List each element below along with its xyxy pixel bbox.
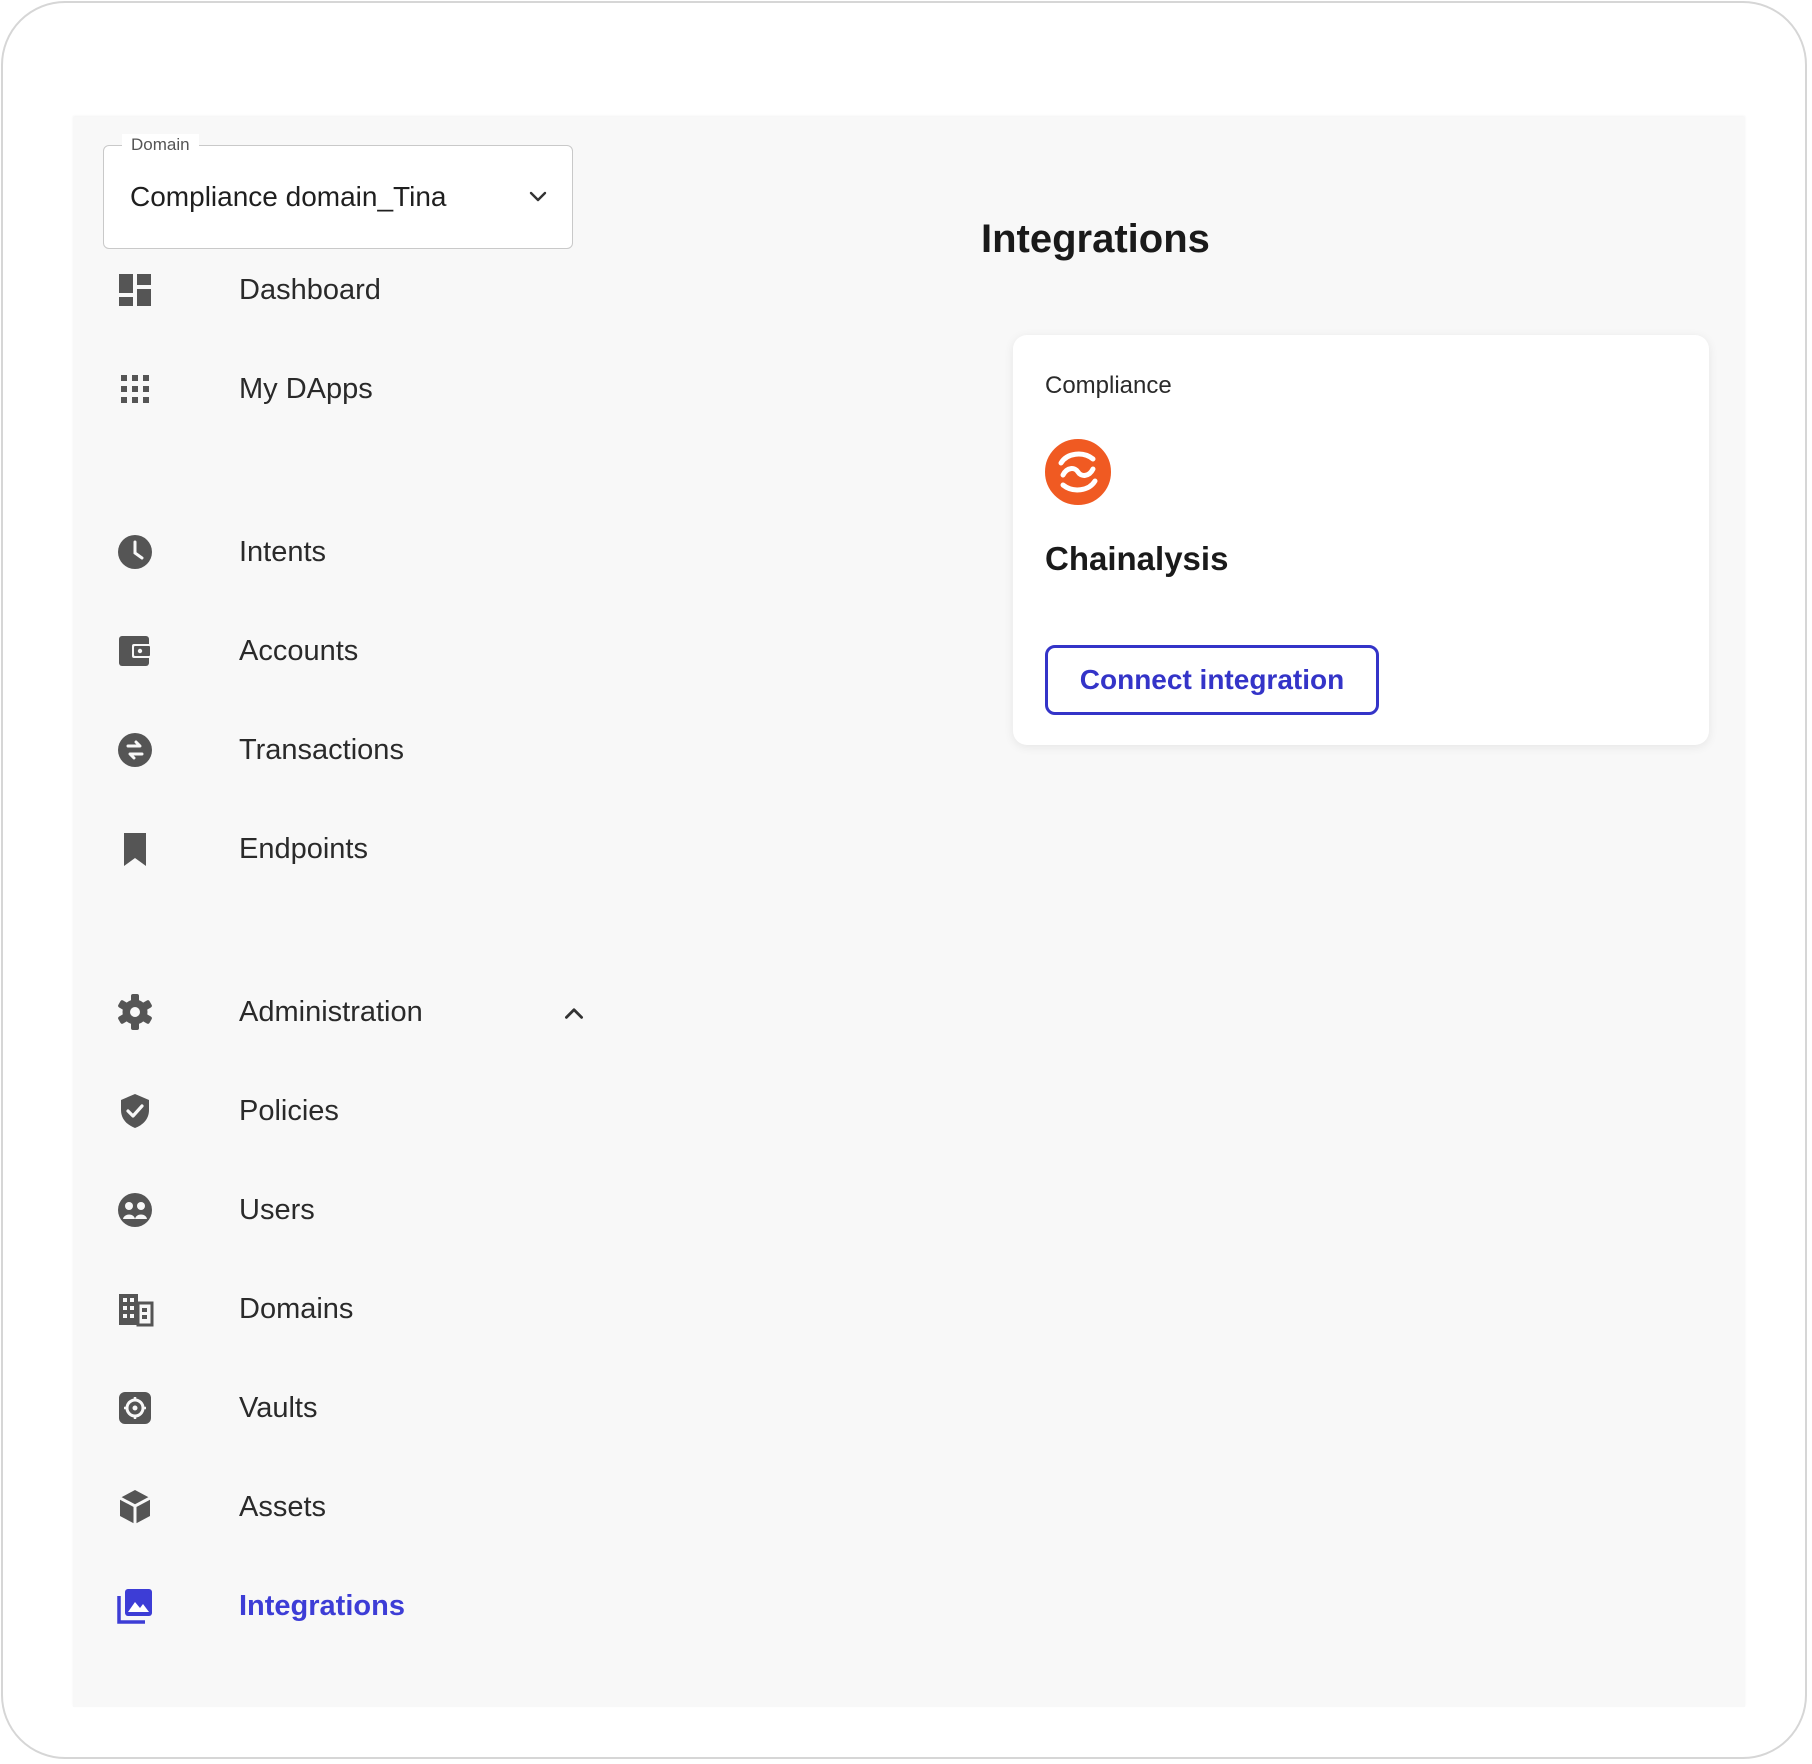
apps-grid-icon <box>115 369 155 409</box>
dashboard-icon <box>115 270 155 310</box>
bookmark-icon <box>115 829 155 869</box>
window-frame: Domain Compliance domain_Tina Dashboard <box>1 1 1807 1759</box>
sidebar-item-vaults[interactable]: Vaults <box>103 1368 613 1448</box>
shield-check-icon <box>115 1091 155 1131</box>
integration-name: Chainalysis <box>1045 540 1229 577</box>
sidebar-item-administration[interactable]: Administration <box>103 972 613 1052</box>
chainalysis-logo <box>1045 439 1111 505</box>
sidebar-item-label: Intents <box>239 536 327 568</box>
sidebar-item-transactions[interactable]: Transactions <box>103 710 613 790</box>
sidebar-item-label: Users <box>239 1194 315 1226</box>
integration-card: Compliance Chainalysis Connect integrati… <box>1013 335 1709 745</box>
sidebar-item-users[interactable]: Users <box>103 1170 613 1250</box>
sidebar-item-label: Domains <box>239 1293 354 1325</box>
vault-icon <box>115 1388 155 1428</box>
sidebar-item-my-dapps[interactable]: My DApps <box>103 349 613 429</box>
sidebar-item-label: Assets <box>239 1491 327 1523</box>
chevron-down-icon <box>529 191 547 202</box>
swap-icon <box>115 730 155 770</box>
sidebar-item-label: Dashboard <box>239 274 381 306</box>
clock-icon <box>115 532 155 572</box>
sidebar-item-dashboard[interactable]: Dashboard <box>103 250 613 330</box>
sidebar-item-policies[interactable]: Policies <box>103 1071 613 1151</box>
domain-select[interactable]: Domain Compliance domain_Tina <box>103 134 573 249</box>
sidebar-item-label: Vaults <box>239 1392 318 1424</box>
sidebar-item-label: Transactions <box>239 734 404 766</box>
sidebar-item-label: Integrations <box>239 1590 405 1622</box>
app-container: Domain Compliance domain_Tina Dashboard <box>73 117 1745 1707</box>
wallet-icon <box>115 631 155 671</box>
page-title: Integrations <box>981 217 1210 261</box>
sidebar-item-label: My DApps <box>239 373 373 405</box>
sidebar-item-assets[interactable]: Assets <box>103 1467 613 1547</box>
sidebar-item-label: Policies <box>239 1095 339 1127</box>
integration-category: Compliance <box>1045 372 1172 399</box>
domain-select-value: Compliance domain_Tina <box>130 181 447 212</box>
chevron-up-icon[interactable] <box>561 1000 587 1026</box>
sidebar-item-label: Endpoints <box>239 833 368 865</box>
sidebar-item-intents[interactable]: Intents <box>103 512 613 592</box>
connect-integration-button[interactable]: Connect integration <box>1045 645 1379 715</box>
sidebar-item-label: Administration <box>239 996 423 1028</box>
users-icon <box>115 1190 155 1230</box>
integrations-icon <box>115 1586 155 1626</box>
sidebar-item-endpoints[interactable]: Endpoints <box>103 809 613 889</box>
cube-icon <box>115 1487 155 1527</box>
building-icon <box>115 1289 155 1329</box>
domain-select-label: Domain <box>122 134 199 156</box>
sidebar-item-label: Accounts <box>239 635 359 667</box>
sidebar-item-domains[interactable]: Domains <box>103 1269 613 1349</box>
sidebar-item-integrations[interactable]: Integrations <box>103 1566 613 1646</box>
sidebar-item-accounts[interactable]: Accounts <box>103 611 613 691</box>
gear-icon <box>115 992 155 1032</box>
